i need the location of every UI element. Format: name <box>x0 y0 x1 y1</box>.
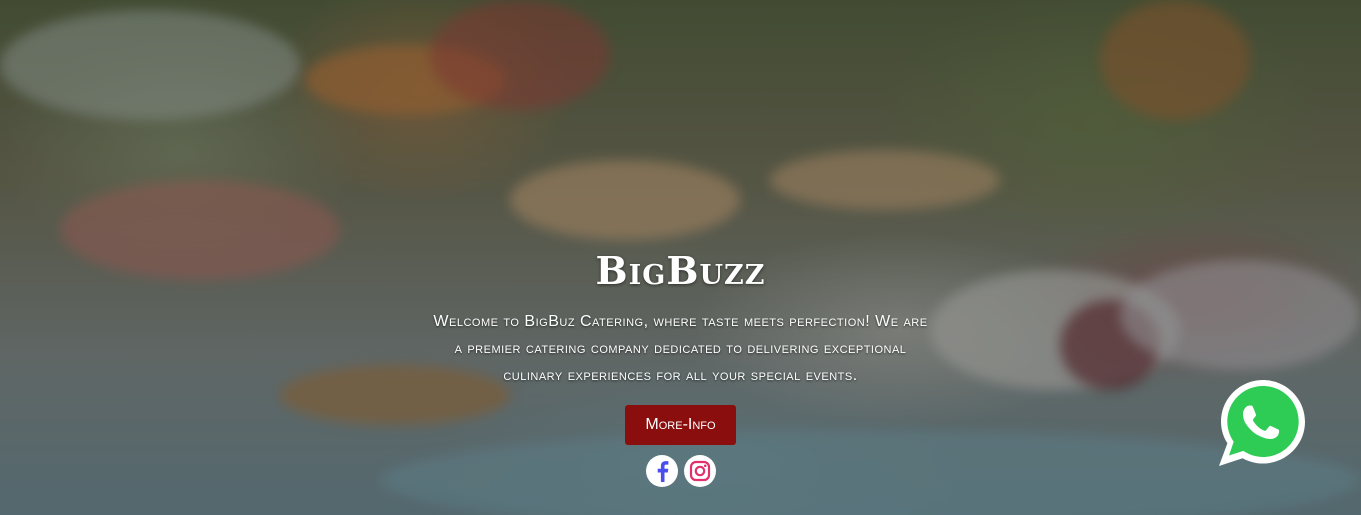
whatsapp-icon <box>1219 380 1305 466</box>
hero-tagline: Welcome to BigBuz Catering, where taste … <box>433 313 928 384</box>
instagram-link[interactable] <box>683 455 716 487</box>
brand-title: BigBuzz <box>595 248 766 293</box>
more-info-button[interactable]: More-Info <box>625 405 736 445</box>
whatsapp-button[interactable] <box>1217 376 1309 468</box>
facebook-icon <box>657 461 668 482</box>
social-links <box>0 455 1361 487</box>
instagram-icon <box>689 460 710 482</box>
hero-content: BigBuzz Welcome to BigBuz Catering, wher… <box>0 244 1361 487</box>
hero-section: BigBuzz Welcome to BigBuz Catering, wher… <box>0 0 1361 515</box>
facebook-link[interactable] <box>645 455 678 487</box>
